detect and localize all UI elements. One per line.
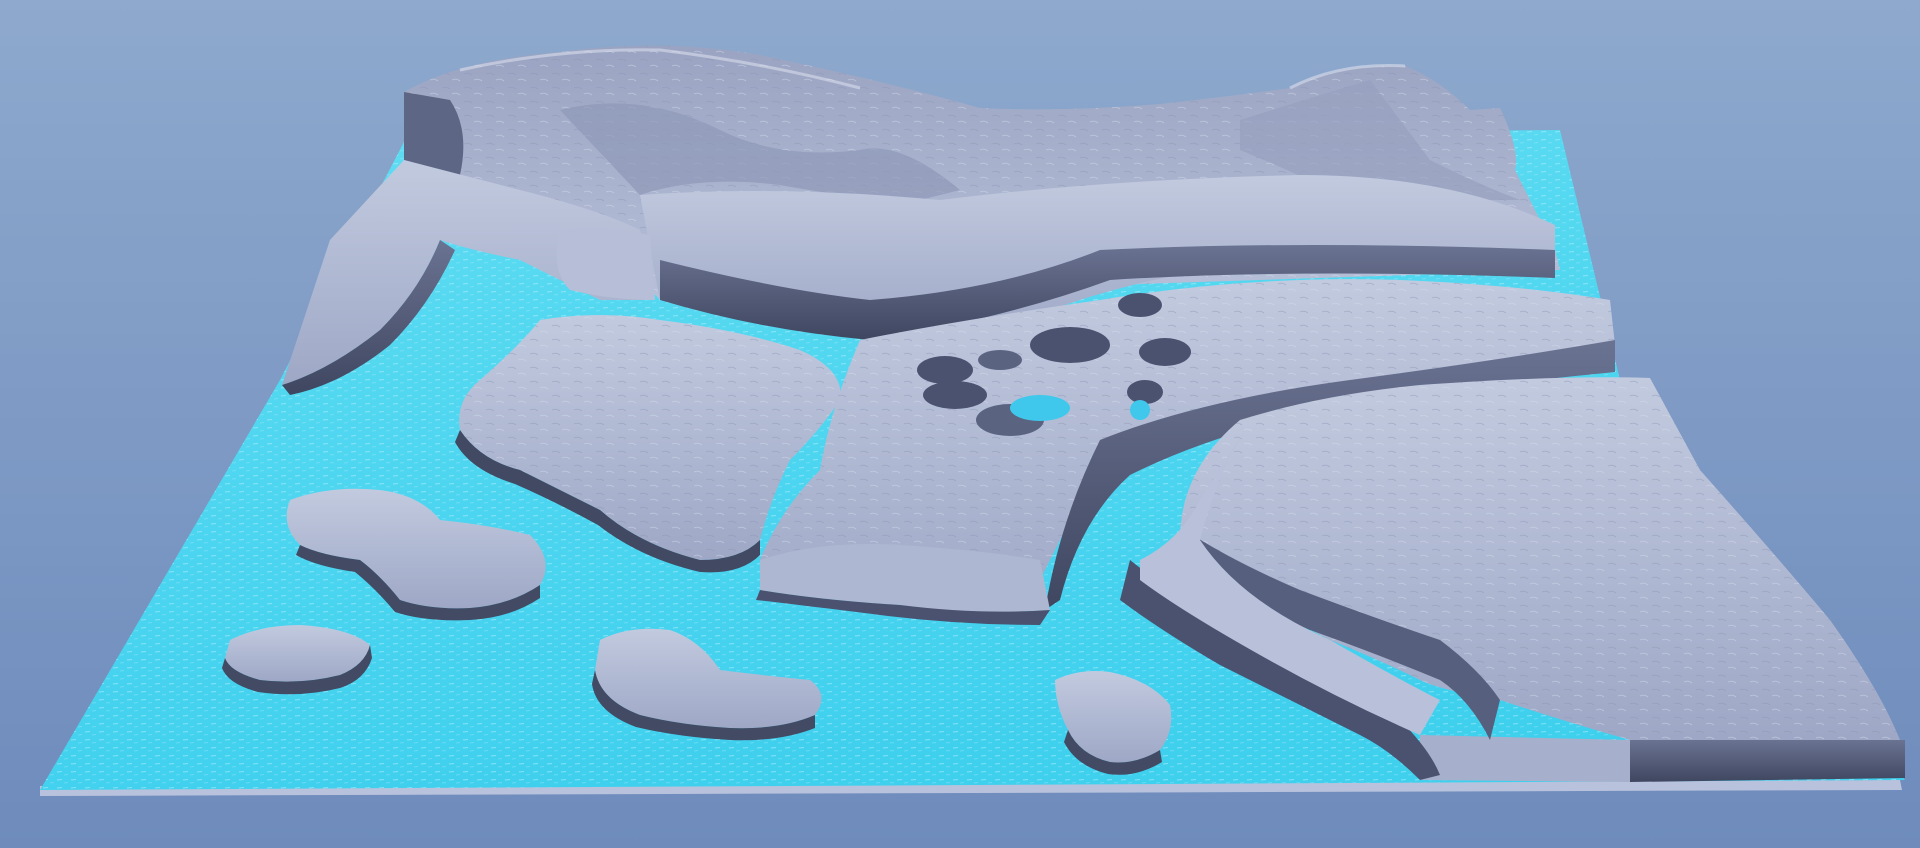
crater-lake xyxy=(1010,395,1070,421)
crater xyxy=(1118,293,1162,317)
crater xyxy=(978,350,1022,370)
terrain-viewport[interactable] xyxy=(0,0,1920,848)
crater xyxy=(923,381,987,409)
crater xyxy=(917,356,973,384)
crater xyxy=(1127,380,1163,404)
crater xyxy=(1139,338,1191,366)
front-right-plateau-edge xyxy=(1420,735,1630,782)
crater xyxy=(1030,327,1110,363)
front-right-cliff xyxy=(1630,740,1905,782)
left-shelf-small xyxy=(556,228,655,300)
terrain-render xyxy=(0,0,1920,848)
crater-lake xyxy=(1130,400,1150,420)
